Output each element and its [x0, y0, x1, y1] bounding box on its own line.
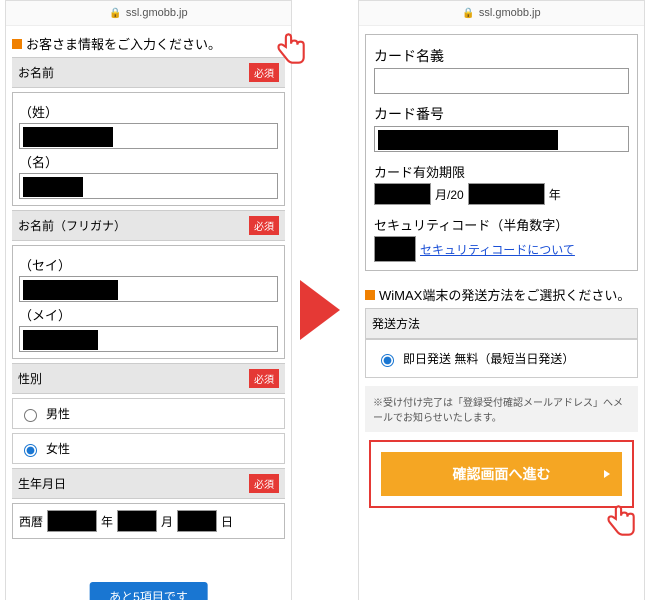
cta-frame: 確認画面へ進む	[369, 440, 634, 508]
cvc-label: セキュリティコード（半角数字）	[374, 215, 629, 234]
confirm-button[interactable]: 確認画面へ進む	[381, 452, 622, 496]
month-select[interactable]	[117, 510, 157, 532]
redacted-mei	[23, 177, 83, 197]
sei-label: （姓）	[19, 102, 278, 121]
sei-input[interactable]	[19, 123, 278, 149]
lock-icon: 🔒	[462, 8, 474, 19]
dob-box: 西暦 年 月 日	[12, 503, 285, 539]
redacted-sei	[23, 127, 113, 147]
shipping-heading: WiMAX端末の発送方法をご選択ください。	[365, 285, 638, 304]
female-radio[interactable]	[24, 444, 37, 457]
expiry-year-input[interactable]	[468, 183, 545, 205]
card-expiry-label: カード有効期限	[374, 162, 629, 181]
shipping-section-header: 発送方法	[365, 308, 638, 339]
sei-kana-label: （セイ）	[19, 255, 278, 274]
progress-banner: あと5項目です	[89, 582, 208, 600]
name-box: （姓） （名）	[12, 92, 285, 206]
day-select[interactable]	[177, 510, 217, 532]
furigana-box: （セイ） （メイ）	[12, 245, 285, 359]
shipping-option[interactable]: 即日発送 無料（最短当日発送）	[365, 339, 638, 378]
shipping-radio[interactable]	[381, 354, 394, 367]
url-text: ssl.gmobb.jp	[479, 7, 541, 19]
pointer-hand-icon	[598, 500, 640, 542]
name-section-header: お名前 必須	[12, 57, 285, 88]
gender-male-option[interactable]: 男性	[12, 398, 285, 429]
redacted-mei-kana	[23, 330, 98, 350]
male-radio[interactable]	[24, 409, 37, 422]
card-box: カード名義 カード番号 カード有効期限 月/20 年 セキュリティコード（半角数…	[365, 34, 638, 271]
era-label: 西暦	[19, 513, 43, 530]
completion-note: ※受け付け完了は「登録受付確認メールアドレス」へメールでお知らせいたします。	[365, 386, 638, 432]
redacted-sei-kana	[23, 280, 118, 300]
bullet-icon	[365, 290, 375, 300]
required-badge: 必須	[249, 474, 279, 493]
mei-label: （名）	[19, 152, 278, 171]
required-badge: 必須	[249, 216, 279, 235]
dob-section-header: 生年月日 必須	[12, 468, 285, 499]
pointer-hand-icon	[268, 28, 310, 70]
arrow-icon	[300, 280, 340, 340]
mei-kana-label: （メイ）	[19, 305, 278, 324]
expiry-month-input[interactable]	[374, 183, 431, 205]
cvc-input[interactable]	[374, 236, 416, 262]
gender-section-header: 性別 必須	[12, 363, 285, 394]
card-number-input[interactable]	[374, 126, 629, 152]
url-text: ssl.gmobb.jp	[126, 7, 188, 19]
sei-kana-input[interactable]	[19, 276, 278, 302]
furigana-section-header: お名前（フリガナ） 必須	[12, 210, 285, 241]
card-name-label: カード名義	[374, 46, 629, 66]
mei-input[interactable]	[19, 173, 278, 199]
cvc-link[interactable]: セキュリティコードについて	[420, 241, 575, 258]
url-bar: 🔒 ssl.gmobb.jp	[359, 1, 644, 26]
lock-icon: 🔒	[109, 8, 121, 19]
url-bar: 🔒 ssl.gmobb.jp	[6, 1, 291, 26]
customer-info-heading: お客さま情報をご入力ください。	[12, 34, 285, 53]
card-name-input[interactable]	[374, 68, 629, 94]
gender-female-option[interactable]: 女性	[12, 433, 285, 464]
redacted-card-number	[378, 130, 558, 150]
required-badge: 必須	[249, 369, 279, 388]
year-select[interactable]	[47, 510, 97, 532]
bullet-icon	[12, 39, 22, 49]
card-number-label: カード番号	[374, 104, 629, 124]
left-screen: 🔒 ssl.gmobb.jp お客さま情報をご入力ください。 お名前 必須 （姓…	[5, 0, 292, 600]
mei-kana-input[interactable]	[19, 326, 278, 352]
